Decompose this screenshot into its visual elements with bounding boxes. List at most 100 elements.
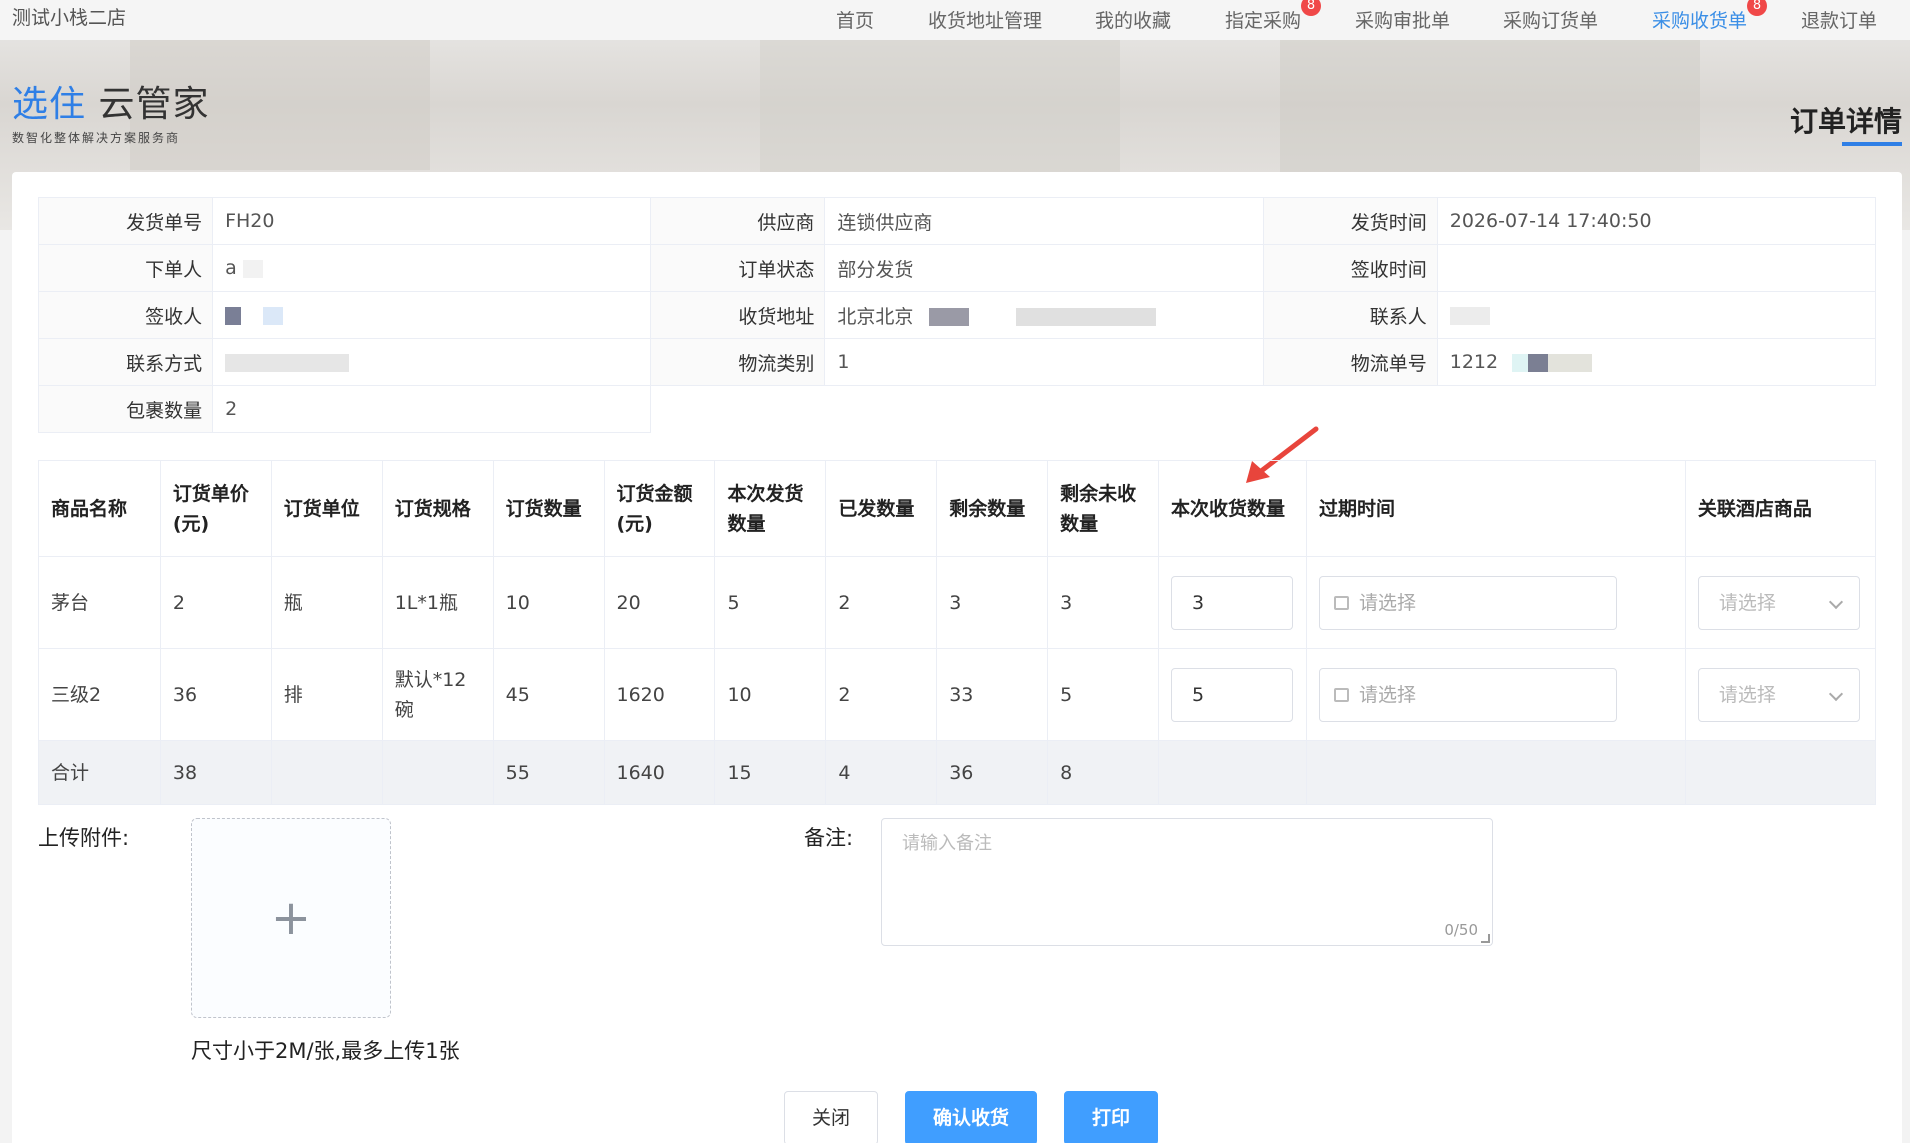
col-remaining: 剩余数量 — [936, 460, 1049, 557]
nav-purchase-orders[interactable]: 采购订货单 — [1503, 6, 1598, 33]
nav-refunds[interactable]: 退款订单 — [1801, 6, 1877, 33]
calendar-icon — [1333, 687, 1349, 702]
address-value: 北京北京 — [824, 291, 1264, 339]
packages-value: 2 — [212, 385, 652, 433]
resize-handle-icon[interactable] — [1481, 934, 1490, 943]
col-spec: 订货规格 — [381, 460, 494, 557]
banner-decoration — [760, 40, 1120, 180]
page-title: 订单详情 — [1790, 100, 1903, 146]
logo: 选住 云管家 数智化整体解决方案服务商 — [12, 75, 209, 146]
col-unit: 订货单位 — [270, 460, 383, 557]
sign-time-label: 签收时间 — [1262, 244, 1438, 292]
cell-qty: 10 — [492, 556, 605, 649]
close-button[interactable]: 关闭 — [784, 1091, 878, 1143]
remark-placeholder: 请输入备注 — [902, 833, 992, 854]
col-hotel-goods: 关联酒店商品 — [1684, 460, 1877, 557]
supplier-value: 连锁供应商 — [824, 197, 1264, 245]
confirm-receipt-button[interactable]: 确认收货 — [905, 1091, 1037, 1143]
date-placeholder: 请选择 — [1358, 683, 1416, 706]
info-row: 发货单号 FH20 供应商 连锁供应商 发货时间 2026-07-14 17:4… — [37, 197, 1877, 245]
col-qty: 订货数量 — [492, 460, 605, 557]
col-price: 订货单价(元) — [159, 460, 272, 557]
print-button[interactable]: 打印 — [1064, 1091, 1158, 1143]
upload-dropzone[interactable]: + — [191, 818, 391, 1018]
cell-hotel-goods: 请选择 — [1684, 648, 1877, 741]
chevron-down-icon — [1828, 686, 1843, 701]
total-amount: 1640 — [603, 740, 716, 805]
char-counter: 0/50 — [1444, 921, 1478, 939]
tracking-value: 1212 — [1436, 338, 1877, 386]
logo-brand: 选住 — [12, 84, 87, 125]
contact-label: 联系人 — [1262, 291, 1438, 339]
remark-textarea[interactable]: 请输入备注 0/50 — [881, 818, 1493, 946]
ship-no-label: 发货单号 — [37, 197, 214, 245]
empty-cell — [1437, 386, 1875, 433]
cell-shipped: 2 — [825, 648, 938, 741]
cell-this-ship: 5 — [714, 556, 827, 649]
supplier-label: 供应商 — [650, 197, 826, 245]
receive-qty-input[interactable]: 3 — [1171, 575, 1293, 630]
expiry-date-picker[interactable]: 请选择 — [1318, 667, 1617, 722]
cell-this-receive: 3 — [1158, 556, 1307, 649]
status-label: 订单状态 — [650, 244, 826, 292]
cell-hotel-goods: 请选择 — [1684, 556, 1877, 649]
phone-label: 联系方式 — [37, 338, 214, 386]
cell-expiry: 请选择 — [1305, 648, 1686, 741]
calendar-icon — [1333, 595, 1349, 610]
total-label: 合计 — [38, 740, 161, 805]
logistics-type-label: 物流类别 — [650, 338, 826, 386]
redacted-block — [1015, 308, 1156, 326]
cell-unreceived: 5 — [1047, 648, 1159, 741]
redacted-block — [1449, 306, 1490, 325]
hotel-goods-select[interactable]: 请选择 — [1697, 575, 1860, 630]
logo-tagline: 数智化整体解决方案服务商 — [12, 131, 181, 145]
logistics-type-value: 1 — [824, 338, 1264, 386]
total-empty — [1684, 740, 1877, 805]
contact-value — [1436, 291, 1877, 339]
nav-designated-purchase[interactable]: 指定采购 8 — [1225, 0, 1322, 33]
col-amount: 订货金额(元) — [603, 460, 716, 557]
receive-qty-input[interactable]: 5 — [1171, 667, 1293, 722]
nav-address[interactable]: 收货地址管理 — [928, 6, 1042, 33]
expiry-date-picker[interactable]: 请选择 — [1318, 575, 1617, 630]
ship-time-label: 发货时间 — [1262, 197, 1438, 245]
cell-spec: 1L*1瓶 — [381, 556, 494, 649]
cell-remaining: 3 — [936, 556, 1049, 649]
tracking-label: 物流单号 — [1262, 338, 1438, 386]
total-empty — [1158, 740, 1307, 805]
table-row: 三级2 36 排 默认*12碗 45 1620 10 2 33 5 5 请选择 … — [38, 648, 1877, 741]
nav-label: 采购收货单 — [1652, 10, 1748, 32]
hotel-goods-select[interactable]: 请选择 — [1697, 667, 1860, 722]
cell-shipped: 2 — [825, 556, 938, 649]
total-price: 38 — [159, 740, 272, 805]
total-empty — [1305, 740, 1686, 805]
main-nav: 首页 收货地址管理 我的收藏 指定采购 8 采购审批单 采购订货单 采购收货单 … — [0, 0, 1910, 36]
col-this-receive: 本次收货数量 — [1158, 460, 1307, 557]
remark-label: 备注: — [804, 826, 854, 850]
nav-purchase-receipts[interactable]: 采购收货单 8 — [1652, 0, 1768, 33]
goods-header-row: 商品名称 订货单价(元) 订货单位 订货规格 订货数量 订货金额(元) 本次发货… — [38, 460, 1877, 557]
logo-product: 云管家 — [98, 84, 210, 125]
cell-price: 2 — [159, 556, 272, 649]
upload-hint: 尺寸小于2M/张,最多上传1张 — [191, 1039, 460, 1063]
select-placeholder: 请选择 — [1718, 683, 1776, 706]
cell-expiry: 请选择 — [1305, 556, 1686, 649]
nav-home[interactable]: 首页 — [836, 6, 874, 33]
empty-cell — [651, 386, 825, 433]
address-label: 收货地址 — [650, 291, 826, 339]
orderer-label: 下单人 — [37, 244, 214, 292]
info-row: 联系方式 物流类别 1 物流单号 1212 — [37, 338, 1877, 386]
cell-amount: 1620 — [603, 648, 716, 741]
col-this-ship: 本次发货数量 — [714, 460, 827, 557]
nav-favorites[interactable]: 我的收藏 — [1095, 6, 1171, 33]
col-unreceived: 剩余未收数量 — [1047, 460, 1159, 557]
redacted-block — [225, 353, 350, 372]
cell-amount: 20 — [603, 556, 716, 649]
nav-approval[interactable]: 采购审批单 — [1355, 6, 1450, 33]
redacted-block — [225, 306, 242, 325]
signer-value — [212, 291, 652, 339]
phone-value — [212, 338, 652, 386]
cell-price: 36 — [159, 648, 272, 741]
total-this-ship: 15 — [714, 740, 827, 805]
table-row: 茅台 2 瓶 1L*1瓶 10 20 5 2 3 3 3 请选择 请选择 — [38, 556, 1877, 649]
